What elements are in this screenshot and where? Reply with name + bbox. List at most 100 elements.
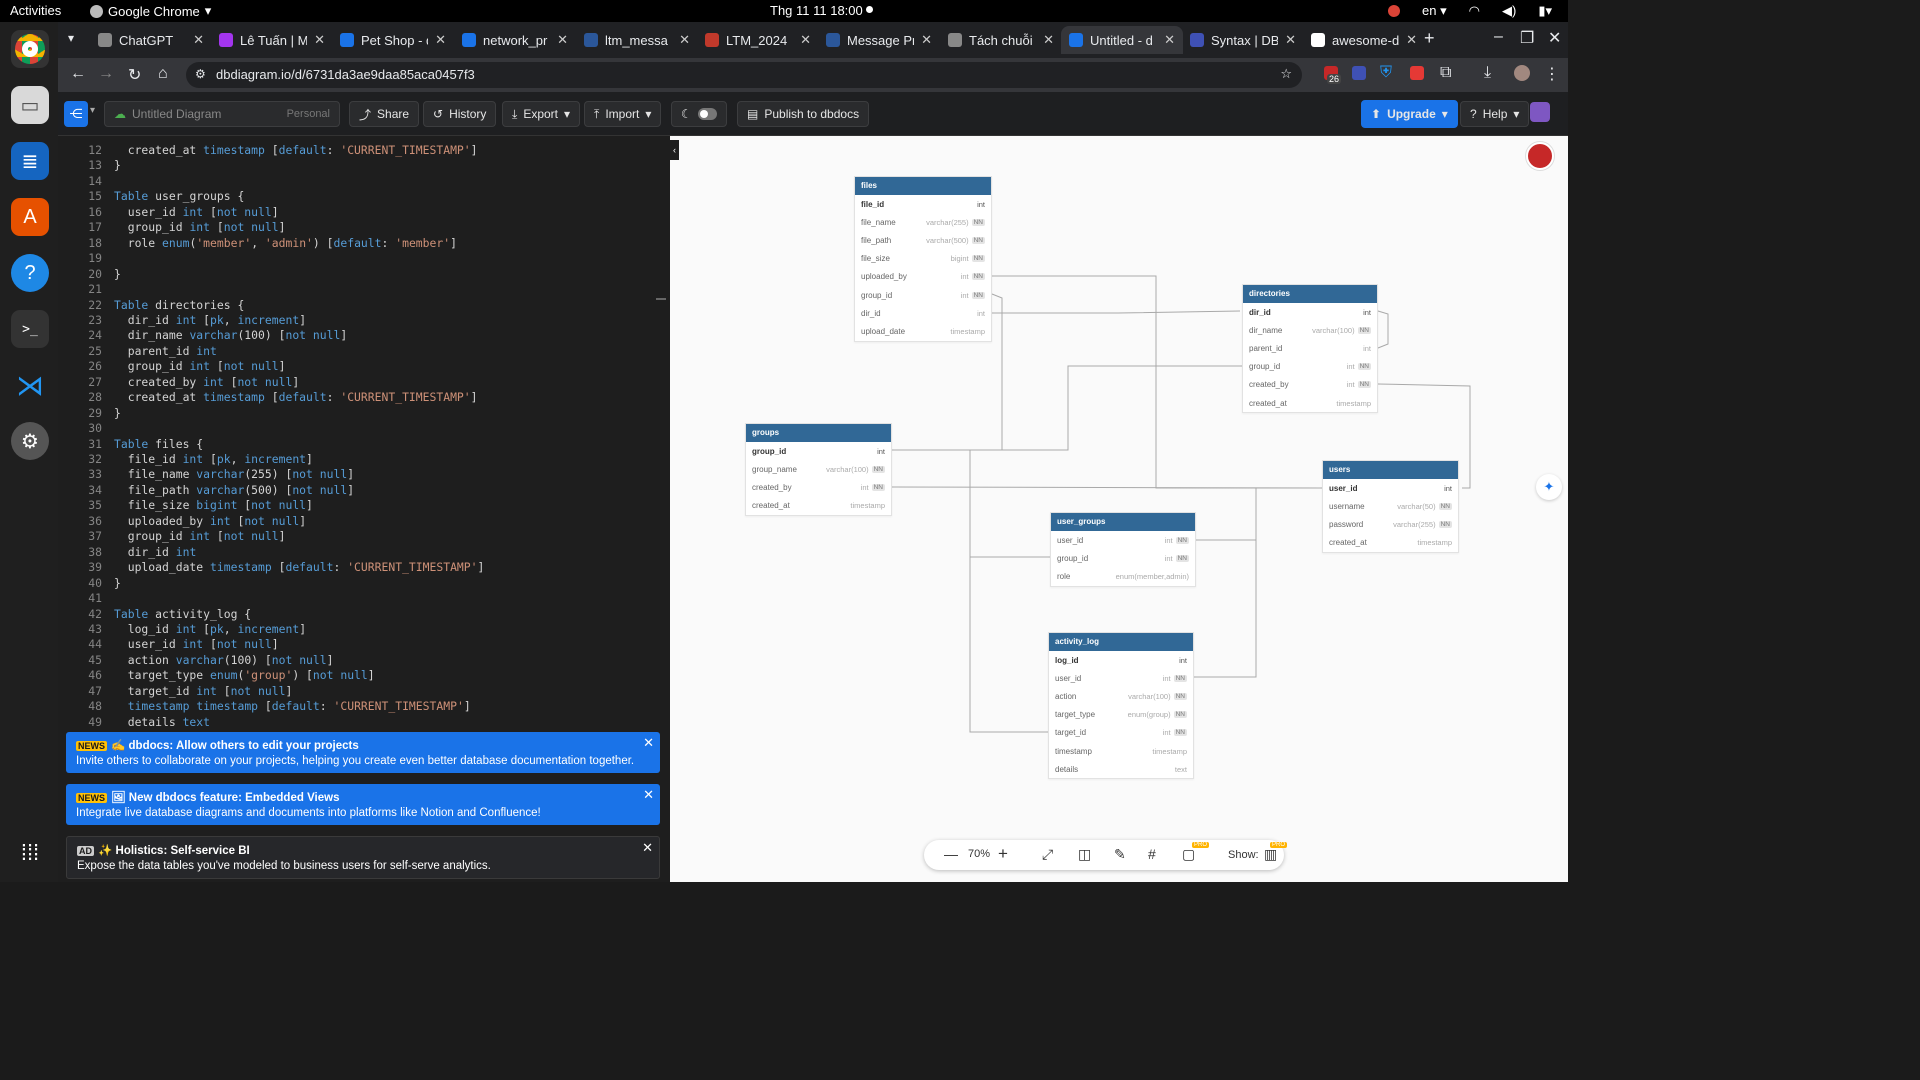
app-menu[interactable]: Google Chrome ▾ — [90, 3, 211, 19]
tab-8[interactable]: Untitled - d ✕ — [1061, 26, 1183, 54]
code-line[interactable]: parent_id int — [114, 344, 217, 358]
code-line[interactable]: created_by int [not null] — [114, 375, 299, 389]
table-field-row[interactable]: role enum(member,admin) — [1051, 567, 1195, 585]
tab-close-icon[interactable]: ✕ — [1285, 32, 1296, 48]
import-button[interactable]: ⤒ Import ▾ — [584, 101, 662, 127]
table-header[interactable]: files — [855, 177, 991, 195]
code-line[interactable]: file_path varchar(500) [not null] — [114, 483, 354, 497]
tab-close-icon[interactable]: ✕ — [921, 32, 932, 48]
tab-close-icon[interactable]: ✕ — [435, 32, 446, 48]
code-line[interactable]: } — [114, 158, 121, 172]
settings-icon[interactable]: ⚙ — [11, 422, 49, 460]
table-users[interactable]: users user_id int username varchar(50) NN pass… — [1322, 460, 1459, 553]
tab-close-icon[interactable]: ✕ — [1043, 32, 1054, 48]
shield-extension-icon[interactable]: ⛨ — [1380, 64, 1392, 82]
code-line[interactable]: file_id int [pk, increment] — [114, 452, 313, 466]
table-field-row[interactable]: target_type enum(group) NN — [1049, 706, 1193, 724]
table-field-row[interactable]: created_at timestamp — [746, 497, 891, 515]
code-editor[interactable]: 12 created_at timestamp [default: 'CURRE… — [58, 136, 670, 882]
diagram-canvas[interactable]: ‹ files file_id int file_name varchar(255) NN… — [670, 136, 1568, 882]
code-line[interactable]: } — [114, 406, 121, 420]
table-files[interactable]: files file_id int file_name varchar(255) NN fi… — [854, 176, 992, 342]
table-user_groups[interactable]: user_groups user_id int NN group_id int NN role… — [1050, 512, 1196, 587]
table-header[interactable]: users — [1323, 461, 1458, 479]
fit-view-icon[interactable]: ⤢ — [1042, 846, 1053, 863]
table-field-row[interactable]: dir_name varchar(100) NN — [1243, 321, 1377, 339]
vscode-icon[interactable]: ⋊ — [11, 366, 49, 404]
pen-icon[interactable]: ✎ — [1114, 846, 1126, 863]
language-indicator[interactable]: en ▾ — [1422, 3, 1447, 19]
chrome-menu-icon[interactable]: ⋮ — [1544, 64, 1560, 84]
bookmark-star-icon[interactable]: ☆ — [1280, 66, 1292, 82]
code-line[interactable]: dir_name varchar(100) [not null] — [114, 328, 348, 342]
logo-menu-chevron-icon[interactable]: ▾ — [90, 105, 95, 116]
news-card[interactable]: NEWS 🖼 New dbdocs feature: Embedded Views… — [66, 784, 660, 825]
tab-10[interactable]: awesome-d ✕ — [1303, 26, 1425, 54]
table-field-row[interactable]: dir_id int — [1243, 303, 1377, 321]
table-field-row[interactable]: timestamp timestamp — [1049, 742, 1193, 760]
upgrade-button[interactable]: ⬆ Upgrade ▾ — [1361, 100, 1458, 128]
home-icon[interactable]: ⌂ — [158, 65, 168, 83]
publish-dbdocs-button[interactable]: ▤ Publish to dbdocs — [737, 101, 870, 127]
tab-close-icon[interactable]: ✕ — [679, 32, 690, 48]
table-field-row[interactable]: created_by int NN — [1243, 376, 1377, 394]
terminal-icon[interactable]: >_ — [11, 310, 49, 348]
table-field-row[interactable]: file_size bigint NN — [855, 250, 991, 268]
table-field-row[interactable]: group_id int NN — [855, 286, 991, 304]
table-field-row[interactable]: group_name varchar(100) NN — [746, 460, 891, 478]
table-field-row[interactable]: password varchar(255) NN — [1323, 515, 1458, 533]
code-line[interactable]: user_id int [not null] — [114, 205, 279, 219]
table-field-row[interactable]: dir_id int — [855, 304, 991, 322]
reload-icon[interactable]: ↻ — [128, 65, 141, 85]
table-field-row[interactable]: file_name varchar(255) NN — [855, 213, 991, 231]
close-icon[interactable]: ✕ — [643, 787, 654, 803]
code-line[interactable]: Table activity_log { — [114, 607, 251, 621]
close-window-button[interactable]: ✕ — [1548, 28, 1561, 48]
code-line[interactable]: Table directories { — [114, 298, 244, 312]
show-options-icon[interactable]: ▥ — [1264, 846, 1277, 863]
history-button[interactable]: ↺ History — [423, 101, 497, 127]
table-field-row[interactable]: file_id int — [855, 195, 991, 213]
code-line[interactable]: file_name varchar(255) [not null] — [114, 467, 354, 481]
code-line[interactable]: group_id int [not null] — [114, 220, 286, 234]
table-field-row[interactable]: username varchar(50) NN — [1323, 497, 1458, 515]
zoom-in-icon[interactable]: + — [998, 844, 1008, 864]
table-field-row[interactable]: file_path varchar(500) NN — [855, 231, 991, 249]
table-header[interactable]: groups — [746, 424, 891, 442]
code-line[interactable]: role enum('member', 'admin') [default: '… — [114, 236, 457, 250]
table-field-row[interactable]: target_id int NN — [1049, 724, 1193, 742]
extension-icon-1[interactable]: 26 — [1324, 66, 1342, 84]
code-line[interactable]: target_type enum('group') [not null] — [114, 668, 375, 682]
chrome-launcher-icon[interactable] — [11, 30, 49, 68]
writer-icon[interactable]: ≣ — [11, 142, 49, 180]
code-line[interactable]: Table files { — [114, 437, 203, 451]
table-header[interactable]: activity_log — [1049, 633, 1193, 651]
code-line[interactable]: upload_date timestamp [default: 'CURRENT… — [114, 560, 485, 574]
code-line[interactable]: target_id int [not null] — [114, 684, 293, 698]
zoom-out-icon[interactable]: — — [944, 846, 958, 862]
table-header[interactable]: directories — [1243, 285, 1377, 303]
maximize-button[interactable]: ❐ — [1520, 28, 1534, 48]
code-line[interactable]: } — [114, 267, 121, 281]
tab-close-icon[interactable]: ✕ — [193, 32, 204, 48]
close-icon[interactable]: ✕ — [643, 735, 654, 751]
share-button[interactable]: ⤴ Share — [349, 101, 420, 127]
volume-icon[interactable]: ◀) — [1502, 3, 1516, 19]
code-line[interactable]: dir_id int — [114, 545, 197, 559]
clock[interactable]: Thg 11 11 18:00 — [770, 3, 863, 18]
code-line[interactable]: dir_id int [pk, increment] — [114, 313, 306, 327]
files-icon[interactable]: ▭ — [11, 86, 49, 124]
tab-close-icon[interactable]: ✕ — [1406, 32, 1417, 48]
tab-1[interactable]: Lê Tuấn | M ✕ — [211, 26, 333, 54]
back-icon[interactable]: ← — [70, 65, 86, 83]
tab-0[interactable]: ChatGPT ✕ — [90, 26, 212, 54]
table-field-row[interactable]: log_id int — [1049, 651, 1193, 669]
table-field-row[interactable]: created_at timestamp — [1243, 394, 1377, 412]
table-groups[interactable]: groups group_id int group_name varchar(100) N… — [745, 423, 892, 516]
news-card[interactable]: AD ✨ Holistics: Self-service BI Expose the… — [66, 836, 660, 879]
close-icon[interactable]: ✕ — [642, 840, 653, 856]
table-directories[interactable]: directories dir_id int dir_name varchar(100)… — [1242, 284, 1378, 414]
code-line[interactable]: group_id int [not null] — [114, 359, 286, 373]
relationship-line[interactable] — [1196, 487, 1322, 541]
code-line[interactable]: Table user_groups { — [114, 189, 244, 203]
